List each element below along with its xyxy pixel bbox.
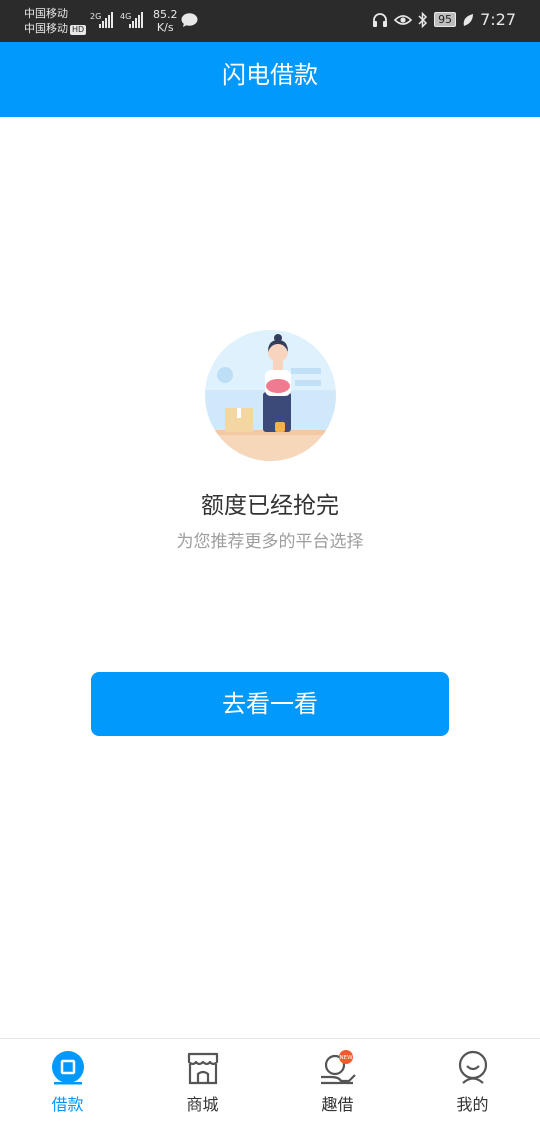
tab-mall-label: 商城: [186, 1095, 219, 1114]
speed-unit: K/s: [156, 21, 174, 34]
battery-indicator: 95: [434, 12, 457, 27]
new-badge: NEW: [339, 1055, 353, 1061]
app-header: 闪电借款: [0, 42, 540, 117]
tab-me[interactable]: 我的: [405, 1039, 540, 1122]
speed-value: 85.2: [153, 8, 178, 21]
profile-icon: [454, 1049, 492, 1087]
network-speed: 85.2 K/s: [153, 8, 178, 34]
eye-icon: [394, 14, 413, 25]
tab-loan[interactable]: 借款: [0, 1039, 135, 1122]
tab-fun-loan-label: 趣借: [321, 1095, 354, 1114]
hd-badge: HD: [70, 25, 87, 35]
status-bar: 中国移动 中国移动 HD 2G 4G 85.2 K/s 95 7:27: [0, 0, 540, 42]
message-icon: [181, 13, 198, 27]
carrier-2: 中国移动: [24, 22, 68, 35]
bottom-tab-bar: 借款 商城 NEW 趣借 我的: [0, 1038, 540, 1122]
store-icon: [184, 1049, 222, 1087]
go-see-button[interactable]: 去看一看: [91, 672, 449, 736]
signal-icon: [99, 12, 113, 28]
carrier-1: 中国移动: [24, 7, 68, 20]
tab-loan-label: 借款: [51, 1095, 84, 1114]
leaf-icon: [463, 13, 474, 26]
page-title: 闪电借款: [222, 61, 318, 89]
tab-mall[interactable]: 商城: [135, 1039, 270, 1122]
tab-me-label: 我的: [456, 1095, 489, 1114]
bluetooth-icon: [418, 11, 428, 28]
empty-state-illustration: [205, 330, 336, 461]
empty-state-title: 额度已经抢完: [201, 493, 339, 519]
headset-icon: [373, 12, 388, 27]
tab-fun-loan[interactable]: NEW 趣借: [270, 1039, 405, 1122]
carrier-info: 中国移动 中国移动 HD: [24, 6, 87, 36]
signal-icon: [129, 12, 143, 28]
clock: 7:27: [480, 10, 516, 29]
shop-girl-illustration-icon: [205, 330, 336, 461]
hand-coin-icon: NEW: [319, 1049, 357, 1087]
loan-icon: [49, 1049, 87, 1087]
empty-state-subtitle: 为您推荐更多的平台选择: [176, 532, 364, 552]
